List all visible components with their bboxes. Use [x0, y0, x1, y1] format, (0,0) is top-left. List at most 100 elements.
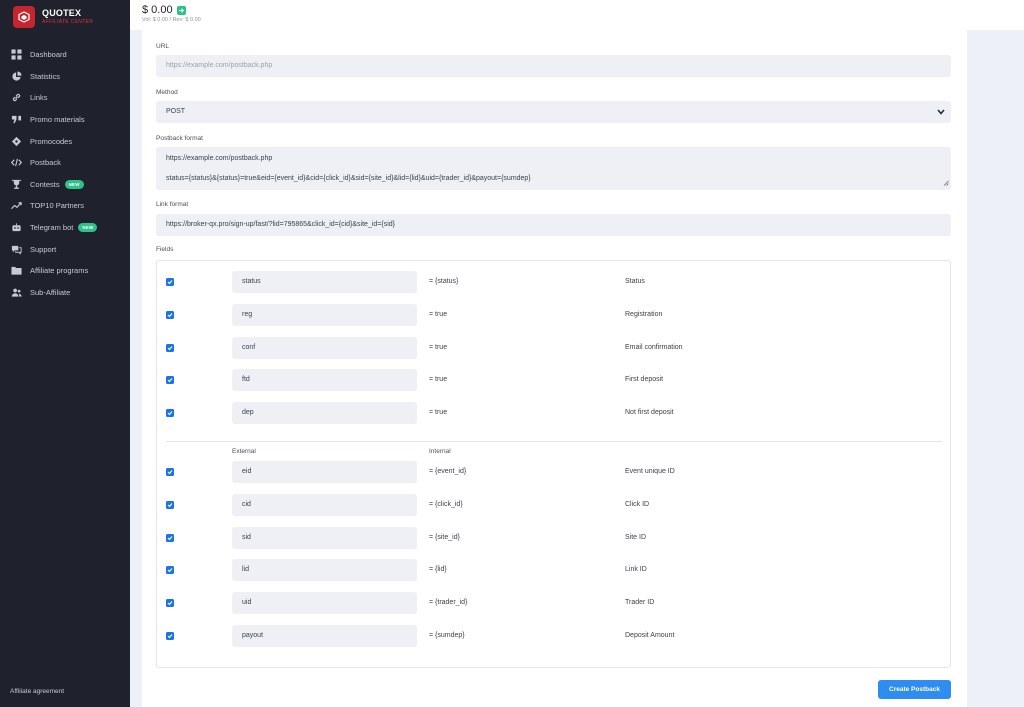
checkbox-checked-icon[interactable]: [166, 344, 174, 352]
sidebar-item-dashboard[interactable]: Dashboard: [0, 44, 130, 66]
trophy-icon: [10, 178, 22, 190]
external-param-input[interactable]: uid: [232, 592, 417, 614]
quotex-logo-icon: [13, 6, 35, 28]
checkbox-checked-icon[interactable]: [166, 278, 174, 286]
sidebar-item-label: TOP10 Partners: [30, 201, 85, 211]
method-value: POST: [166, 108, 186, 115]
field-row-sid: sid = {site_id} Site ID: [157, 527, 950, 549]
checkbox-checked-icon[interactable]: [166, 409, 174, 417]
checkbox-checked-icon[interactable]: [166, 376, 174, 384]
external-param-input[interactable]: reg: [232, 304, 417, 326]
checkbox-checked-icon[interactable]: [166, 501, 174, 509]
resize-handle-icon[interactable]: [943, 180, 949, 188]
external-param-input[interactable]: payout: [232, 625, 417, 647]
external-param-input[interactable]: lid: [232, 559, 417, 581]
link-icon: [10, 92, 22, 104]
postback-format-line2: status={status}&{status}=true&eid={event…: [166, 175, 531, 182]
create-postback-button[interactable]: Create Postback: [878, 680, 951, 699]
field-description: Link ID: [625, 566, 647, 573]
sidebar-item-label: Dashboard: [30, 50, 67, 60]
checkbox-checked-icon[interactable]: [166, 566, 174, 574]
field-row-status: status = {status} Status: [157, 271, 950, 293]
sidebar-item-promo-materials[interactable]: Promo materials: [0, 109, 130, 131]
field-description: Registration: [625, 311, 663, 318]
checkbox-checked-icon[interactable]: [166, 468, 174, 476]
balance-value: $ 0.00: [142, 4, 173, 16]
link-format-input[interactable]: https://broker-qx.pro/sign-up/fast/?lid=…: [156, 214, 951, 236]
postback-form-card: URL https://example.com/postback.php Met…: [142, 30, 967, 707]
internal-value: = {site_id}: [429, 534, 460, 541]
top-header: $ 0.00 Vol: $ 0.00 / Rev: $ 0.00: [130, 0, 1024, 30]
fields-label: Fields: [156, 246, 174, 253]
field-description: Trader ID: [625, 599, 655, 606]
column-header-external: External: [232, 448, 256, 455]
sidebar-item-telegram-bot[interactable]: Telegram bot NEW: [0, 217, 130, 239]
field-row-uid: uid = {trader_id} Trader ID: [157, 592, 950, 614]
sidebar: QUOTEX AFFILIATE CENTER Dashboard Statis…: [0, 0, 130, 707]
sidebar-item-top10-partners[interactable]: TOP10 Partners: [0, 195, 130, 217]
link-format-label: Link format: [156, 201, 189, 208]
method-label: Method: [156, 89, 178, 96]
sidebar-item-support[interactable]: Support: [0, 238, 130, 260]
field-row-conf: conf = true Email confirmation: [157, 337, 950, 359]
folder-icon: [10, 265, 22, 277]
sidebar-item-affiliate-programs[interactable]: Affiliate programs: [0, 260, 130, 282]
postback-format-line1: https://example.com/postback.php: [166, 155, 273, 162]
internal-value: = {event_id}: [429, 468, 467, 475]
method-select[interactable]: POST: [156, 101, 951, 123]
pie-chart-icon: [10, 70, 22, 82]
balance: $ 0.00: [142, 4, 186, 16]
field-description: Event unique ID: [625, 468, 675, 475]
internal-value: = true: [429, 344, 448, 351]
affiliate-agreement-link[interactable]: Affiliate agreement: [10, 688, 64, 695]
sidebar-item-statistics[interactable]: Statistics: [0, 66, 130, 88]
field-row-cid: cid = {click_id} Click ID: [157, 494, 950, 516]
field-row-payout: payout = {sumdep} Deposit Amount: [157, 625, 950, 647]
url-placeholder: https://example.com/postback.php: [166, 62, 273, 69]
external-param-input[interactable]: eid: [232, 461, 417, 483]
field-description: Site ID: [625, 534, 647, 541]
checkbox-checked-icon[interactable]: [166, 632, 174, 640]
sidebar-item-postback[interactable]: Postback: [0, 152, 130, 174]
sidebar-item-sub-affiliate[interactable]: Sub-Affiliate: [0, 282, 130, 304]
url-input[interactable]: https://example.com/postback.php: [156, 55, 951, 77]
new-badge: NEW: [64, 179, 84, 189]
sidebar-item-promocodes[interactable]: Promocodes: [0, 130, 130, 152]
external-param-input[interactable]: cid: [232, 494, 417, 516]
external-param-input[interactable]: dep: [232, 402, 417, 424]
sidebar-item-links[interactable]: Links: [0, 87, 130, 109]
chat-icon: [10, 243, 22, 255]
fields-divider: [166, 441, 942, 442]
postback-format-label: Postback format: [156, 135, 203, 142]
url-label: URL: [156, 43, 170, 50]
users-icon: [10, 286, 22, 298]
external-param-input[interactable]: sid: [232, 527, 417, 549]
field-description: Deposit Amount: [625, 632, 675, 639]
internal-value: = {trader_id}: [429, 599, 468, 606]
external-param-input[interactable]: status: [232, 271, 417, 293]
brand-subtitle: AFFILIATE CENTER: [42, 19, 94, 25]
postback-format-textarea[interactable]: https://example.com/postback.php status=…: [156, 147, 951, 190]
internal-value: = {sumdep}: [429, 632, 465, 639]
sidebar-item-contests[interactable]: Contests NEW: [0, 174, 130, 196]
brand[interactable]: QUOTEX AFFILIATE CENTER: [0, 0, 130, 30]
field-row-lid: lid = {lid} Link ID: [157, 559, 950, 581]
sidebar-item-label: Promo materials: [30, 115, 85, 125]
field-description: Status: [625, 278, 645, 285]
link-format-value: https://broker-qx.pro/sign-up/fast/?lid=…: [166, 221, 396, 228]
external-param-input[interactable]: conf: [232, 337, 417, 359]
checkbox-checked-icon[interactable]: [166, 599, 174, 607]
internal-value: = {click_id}: [429, 501, 463, 508]
sidebar-item-label: Affiliate programs: [30, 266, 89, 276]
checkbox-checked-icon[interactable]: [166, 534, 174, 542]
sidebar-item-label: Sub-Affiliate: [30, 287, 71, 297]
field-description: Email confirmation: [625, 344, 683, 351]
code-icon: [10, 157, 22, 169]
field-row-eid: eid = {event_id} Event unique ID: [157, 461, 950, 483]
field-row-dep: dep = true Not first deposit: [157, 402, 950, 424]
sidebar-item-label: Telegram bot: [30, 223, 74, 233]
external-param-input[interactable]: ftd: [232, 369, 417, 391]
field-description: Not first deposit: [625, 409, 674, 416]
balance-arrow-icon[interactable]: [176, 5, 186, 15]
checkbox-checked-icon[interactable]: [166, 311, 174, 319]
